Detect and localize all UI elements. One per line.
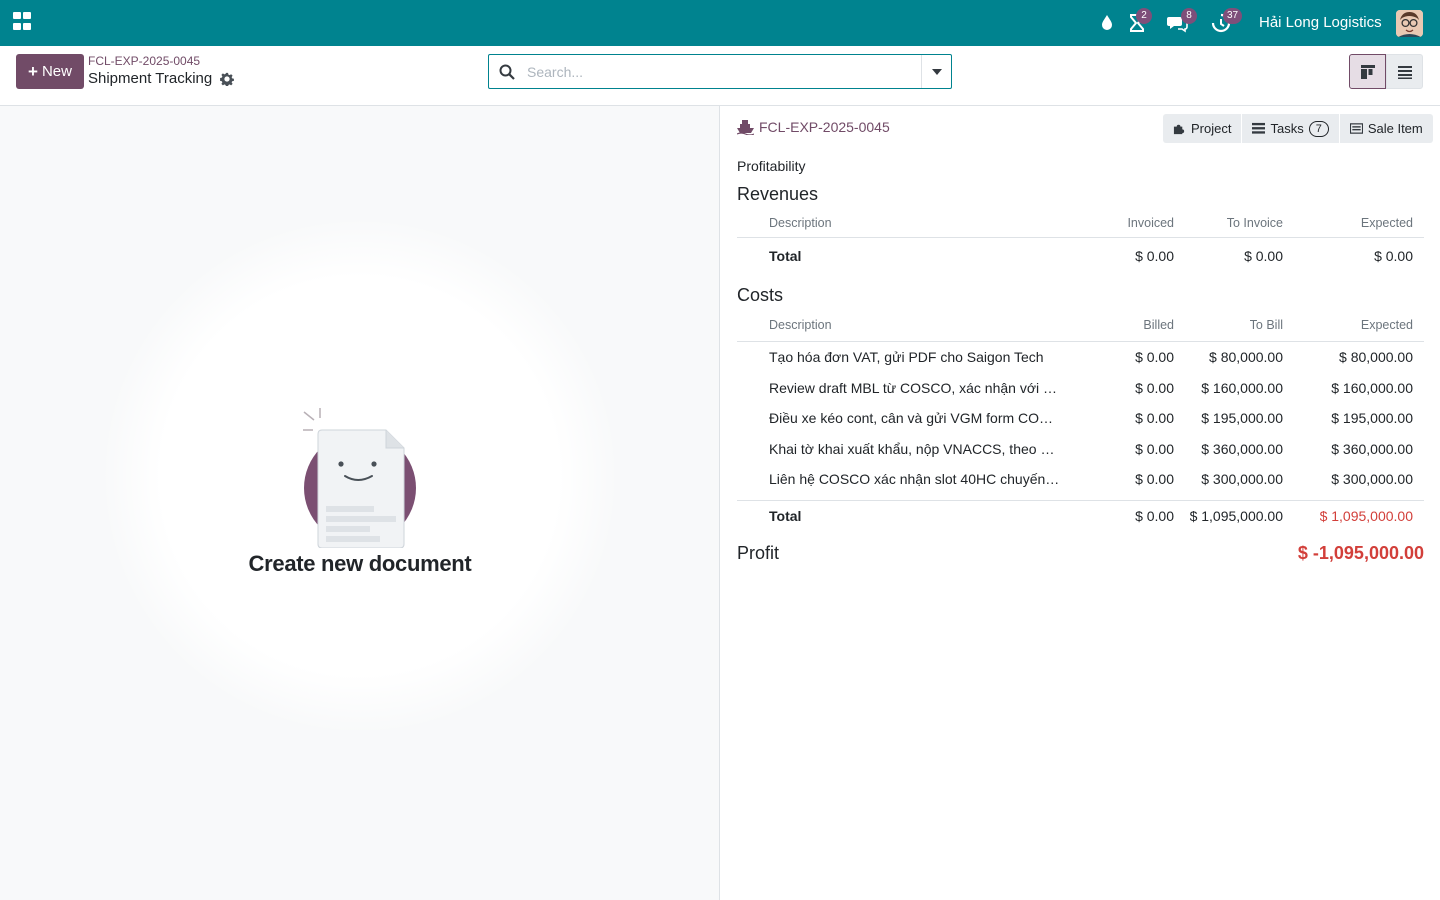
- cost-description: Liên hệ COSCO xác nhận slot 40HC chuyến…: [769, 471, 1060, 487]
- profit-value: $ -1,095,000.00: [1297, 543, 1424, 563]
- revenues-title: Revenues: [737, 184, 819, 204]
- tasks-button-label: Tasks: [1270, 121, 1304, 136]
- page-title: Shipment Tracking: [88, 70, 235, 87]
- top-navbar: 2 8 37 Hải Long Logistics: [0, 0, 1440, 46]
- cost-description: Tạo hóa đơn VAT, gửi PDF cho Saigon Tech: [769, 349, 1044, 365]
- total-value: $ 0.00: [1135, 248, 1174, 264]
- total-value: $ 0.00: [1244, 248, 1283, 264]
- project-side-panel: FCL-EXP-2025-0045 Project Tasks 7 Sale I…: [721, 106, 1440, 900]
- cost-to-bill: $ 80,000.00: [1209, 349, 1283, 365]
- cost-expected: $ 360,000.00: [1331, 440, 1413, 457]
- total-value: $ 1,095,000.00: [1319, 507, 1413, 524]
- user-avatar[interactable]: [1396, 10, 1423, 37]
- search-options-toggle[interactable]: [921, 55, 951, 88]
- list-icon: [1397, 65, 1412, 79]
- sale-item-icon: [1349, 123, 1363, 134]
- empty-document-illustration: [303, 408, 416, 548]
- cost-row: Review draft MBL từ COSCO, xác nhận với …: [737, 373, 1424, 404]
- control-panel: + New FCL-EXP-2025-0045 Shipment Trackin…: [0, 46, 1440, 106]
- kanban-icon: [1360, 64, 1375, 79]
- total-label: Total: [769, 248, 802, 264]
- cost-billed: $ 0.00: [1135, 440, 1174, 457]
- cost-description: Review draft MBL từ COSCO, xác nhận với …: [769, 379, 1058, 396]
- search-icon: [499, 64, 515, 80]
- column-header: Expected: [1360, 318, 1413, 332]
- cost-to-bill: $ 300,000.00: [1201, 471, 1283, 487]
- cost-to-bill: $ 360,000.00: [1201, 440, 1283, 457]
- search-input[interactable]: [527, 55, 921, 88]
- new-button-label: New: [41, 63, 72, 80]
- cost-row: Khai tờ khai xuất khẩu, nộp VNACCS, theo…: [737, 434, 1424, 465]
- cost-billed: $ 0.00: [1135, 471, 1174, 487]
- total-value: $ 0.00: [1374, 248, 1413, 264]
- timer-badge: 37: [1223, 8, 1243, 24]
- timer-icon[interactable]: 37: [1210, 8, 1243, 34]
- gear-icon[interactable]: [220, 72, 235, 86]
- puzzle-icon: [1173, 124, 1185, 135]
- messages-badge: 8: [1181, 8, 1197, 24]
- cost-description: Khai tờ khai xuất khẩu, nộp VNACCS, theo…: [769, 440, 1055, 457]
- cost-row: Điều xe kéo cont, cân và gửi VGM form CO…: [737, 403, 1424, 434]
- column-header: Invoiced: [1127, 216, 1174, 230]
- empty-state-title: Create new document: [248, 551, 472, 576]
- cost-expected: $ 300,000.00: [1331, 471, 1413, 487]
- new-button[interactable]: + New: [16, 54, 84, 89]
- costs-header-row: Description Billed To Bill Expected: [737, 310, 1424, 342]
- project-button[interactable]: Project: [1163, 114, 1243, 143]
- apps-menu-icon[interactable]: [13, 12, 33, 32]
- tasks-icon: [1252, 122, 1266, 134]
- sale-item-button[interactable]: Sale Item: [1339, 114, 1433, 143]
- profitability-label: Profitability: [737, 158, 806, 174]
- cost-row: Tạo hóa đơn VAT, gửi PDF cho Saigon Tech…: [737, 342, 1424, 373]
- sale-item-button-label: Sale Item: [1367, 121, 1423, 136]
- caret-down-icon: [931, 68, 942, 75]
- breadcrumb-project[interactable]: FCL-EXP-2025-0045: [88, 54, 200, 68]
- revenues-header-row: Description Invoiced To Invoice Expected: [737, 208, 1424, 238]
- cost-billed: $ 0.00: [1135, 410, 1174, 426]
- page-title-text: Shipment Tracking: [88, 70, 213, 87]
- total-value: $ 1,095,000.00: [1189, 507, 1283, 524]
- activity-badge: 2: [1136, 8, 1152, 24]
- ship-icon: [737, 120, 754, 135]
- revenues-total-row: Total $ 0.00 $ 0.00 $ 0.00: [737, 238, 1424, 274]
- costs-total-row: Total $ 0.00 $ 1,095,000.00 $ 1,095,000.…: [737, 499, 1424, 536]
- plus-icon: +: [28, 62, 38, 81]
- column-header: Expected: [1360, 216, 1413, 230]
- costs-table: Description Billed To Bill Expected Tạo …: [737, 310, 1424, 536]
- column-header: To Invoice: [1226, 216, 1283, 230]
- revenues-table: Description Invoiced To Invoice Expected…: [737, 208, 1424, 274]
- cost-to-bill: $ 195,000.00: [1201, 410, 1283, 426]
- profit-label: Profit: [737, 543, 780, 563]
- kanban-empty-area: Create new document: [0, 106, 720, 900]
- cost-to-bill: $ 160,000.00: [1201, 379, 1283, 396]
- company-switcher[interactable]: Hải Long Logistics: [1259, 14, 1382, 31]
- cost-expected: $ 80,000.00: [1339, 349, 1413, 365]
- total-label: Total: [769, 507, 802, 524]
- cost-expected: $ 195,000.00: [1331, 410, 1413, 426]
- smart-buttons: Project Tasks 7 Sale Item: [1163, 114, 1433, 143]
- cost-expected: $ 160,000.00: [1331, 379, 1413, 396]
- cost-row: Liên hệ COSCO xác nhận slot 40HC chuyến……: [737, 464, 1424, 495]
- cost-description: Điều xe kéo cont, cân và gửi VGM form CO…: [769, 410, 1054, 426]
- column-header: Description: [769, 318, 832, 332]
- column-header: To Bill: [1249, 318, 1283, 332]
- costs-title: Costs: [737, 285, 784, 305]
- cost-billed: $ 0.00: [1135, 379, 1174, 396]
- project-name: FCL-EXP-2025-0045: [759, 119, 890, 135]
- project-link[interactable]: FCL-EXP-2025-0045: [737, 119, 890, 135]
- tasks-count-badge: 7: [1308, 120, 1329, 137]
- drop-icon[interactable]: [1096, 12, 1118, 34]
- list-view-button[interactable]: [1386, 54, 1423, 89]
- column-header: Description: [769, 216, 832, 230]
- total-value: $ 0.00: [1135, 507, 1174, 524]
- column-header: Billed: [1143, 318, 1174, 332]
- cost-billed: $ 0.00: [1135, 349, 1174, 365]
- kanban-view-button[interactable]: [1349, 54, 1386, 89]
- project-button-label: Project: [1191, 121, 1232, 136]
- search-bar: [488, 54, 952, 89]
- tasks-button[interactable]: Tasks 7: [1242, 114, 1340, 143]
- messages-icon[interactable]: 8: [1166, 8, 1197, 34]
- activity-hourglass-icon[interactable]: 2: [1126, 8, 1152, 34]
